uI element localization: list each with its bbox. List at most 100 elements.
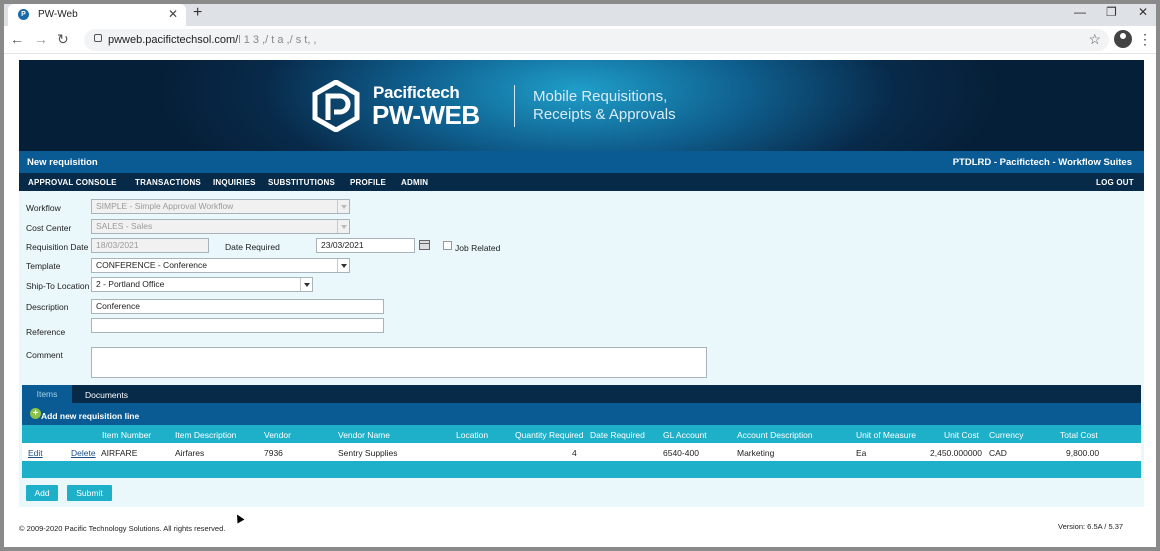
reference-input[interactable] [91,318,384,333]
profile-avatar-icon[interactable] [1114,30,1132,48]
date-required-value: 23/03/2021 [321,240,364,250]
date-required-field[interactable]: 23/03/2021 [316,238,415,253]
cost-center-select[interactable]: SALES - Sales [91,219,350,234]
col-item-number: Item Number [102,430,152,440]
grid-header: Item Number Item Description Vendor Vend… [22,425,1141,443]
cost-center-label: Cost Center [26,223,72,233]
cost-center-value: SALES - Sales [96,221,153,231]
tab-strip: P PW-Web ✕ + — ❐ ✕ [4,4,1156,26]
add-button[interactable]: Add [26,485,58,501]
window-close-icon[interactable]: ✕ [1138,5,1148,19]
description-value: Conference [96,301,140,311]
cell-uom: Ea [856,448,867,458]
version-text: Version: 6.5A / 5.37 [1058,522,1124,531]
date-required-label: Date Required [225,242,280,252]
cell-quantity: 4 [572,448,577,458]
tab-documents[interactable]: Documents [85,390,128,400]
menu-admin[interactable]: ADMIN [401,178,428,187]
table-row: Edit Delete AIRFARE Airfares 7936 Sentry… [22,443,1141,461]
cell-item-number: AIRFARE [101,448,138,458]
pw-web-app: Pacifictech PW-WEB Mobile Requisitions, … [19,60,1144,507]
template-select[interactable]: CONFERENCE - Conference [91,258,350,273]
cell-vendor-name: Sentry Supplies [338,448,398,458]
col-total-cost: Total Cost [1060,430,1098,440]
pacifictech-favicon-icon: P [18,9,29,20]
submit-button[interactable]: Submit [67,485,112,501]
banner-divider [514,85,515,127]
ship-to-select[interactable]: 2 - Portland Office [91,277,313,292]
requisition-date-value: 18/03/2021 [96,240,139,250]
edit-link[interactable]: Edit [28,448,43,458]
forward-arrow-icon[interactable]: → [34,31,48,47]
col-account-description: Account Description [737,430,813,440]
page-title-bar: New requisition PTDLRD - Pacifictech - W… [19,151,1144,173]
menu-kebab-icon[interactable]: ⋮ [1138,31,1152,48]
col-vendor-name: Vendor Name [338,430,390,440]
col-quantity-required: Quantity Required [515,430,584,440]
menu-transactions[interactable]: TRANSACTIONS [135,178,201,187]
cell-account-description: Marketing [737,448,775,458]
ship-to-value: 2 - Portland Office [96,279,165,289]
chevron-down-icon [337,200,349,213]
col-location: Location [456,430,489,440]
menu-inquiries[interactable]: INQUIRIES [213,178,256,187]
workflow-value: SIMPLE - Simple Approval Workflow [96,201,234,211]
tab-close-icon[interactable]: ✕ [168,7,178,21]
cell-gl-account: 6540-400 [663,448,699,458]
chevron-down-icon [337,220,349,233]
add-requisition-line-link[interactable]: Add new requisition line [41,411,139,421]
reload-icon[interactable]: ↻ [57,31,69,48]
browser-tab[interactable]: P PW-Web ✕ [8,4,186,26]
page-title: New requisition [27,157,98,168]
tab-title: PW-Web [38,9,78,20]
menu-approval-console[interactable]: APPROVAL CONSOLE [28,178,117,187]
col-vendor: Vendor [264,430,291,440]
web-page: Pacifictech PW-WEB Mobile Requisitions, … [4,55,1156,547]
calendar-icon[interactable] [419,240,430,250]
col-unit-of-measure: Unit of Measure [856,430,916,440]
menu-profile[interactable]: PROFILE [350,178,386,187]
chevron-down-icon [300,278,312,291]
description-label: Description [26,302,69,312]
minimize-icon[interactable]: — [1074,5,1086,19]
header-banner: Pacifictech PW-WEB Mobile Requisitions, … [19,60,1144,151]
cell-vendor: 7936 [264,448,283,458]
job-related-checkbox[interactable] [443,241,452,250]
address-bar[interactable]: pwweb.pacifictechsol.com/l 1 3 ,/ t a ,/… [84,29,1109,51]
logout-link[interactable]: LOG OUT [1096,178,1134,187]
back-arrow-icon[interactable]: ← [10,31,24,47]
plus-circle-icon[interactable]: + [30,408,41,419]
add-line-bar: + Add new requisition line [22,403,1141,425]
col-currency: Currency [989,430,1024,440]
comment-textarea[interactable] [91,347,707,378]
tagline-line1: Mobile Requisitions, [533,88,668,105]
main-menu: APPROVAL CONSOLE TRANSACTIONS INQUIRIES … [19,173,1144,191]
grid-footer [22,461,1141,478]
bookmark-star-icon[interactable]: ☆ [1088,31,1101,48]
grid-tabs: Items Documents [22,385,1141,403]
menu-substitutions[interactable]: SUBSTITUTIONS [268,178,335,187]
job-related-label: Job Related [455,243,501,253]
browser-window: P PW-Web ✕ + — ❐ ✕ ← → ↻ pwweb.pacificte… [4,4,1156,547]
chevron-down-icon [337,259,349,272]
requisition-date-field[interactable]: 18/03/2021 [91,238,209,253]
tab-items[interactable]: Items [22,385,72,403]
workflow-select[interactable]: SIMPLE - Simple Approval Workflow [91,199,350,214]
template-label: Template [26,261,61,271]
cell-currency: CAD [989,448,1007,458]
browser-toolbar: ← → ↻ pwweb.pacifictechsol.com/l 1 3 ,/ … [4,26,1156,54]
description-input[interactable]: Conference [91,299,384,314]
company-name: PTDLRD - Pacifictech - Workflow Suites [952,157,1132,168]
col-unit-cost: Unit Cost [944,430,979,440]
cell-total-cost: 9,800.00 [1066,448,1100,458]
col-item-description: Item Description [175,430,237,440]
delete-link[interactable]: Delete [71,448,96,458]
ship-to-label: Ship-To Location [26,281,90,291]
tagline-line2: Receipts & Approvals [533,106,676,123]
template-value: CONFERENCE - Conference [96,260,208,270]
new-tab-icon[interactable]: + [193,4,202,22]
maximize-icon[interactable]: ❐ [1106,5,1117,19]
product-name: PW-WEB [372,100,480,130]
requisition-date-label: Requisition Date [26,242,89,252]
col-date-required: Date Required [590,430,645,440]
